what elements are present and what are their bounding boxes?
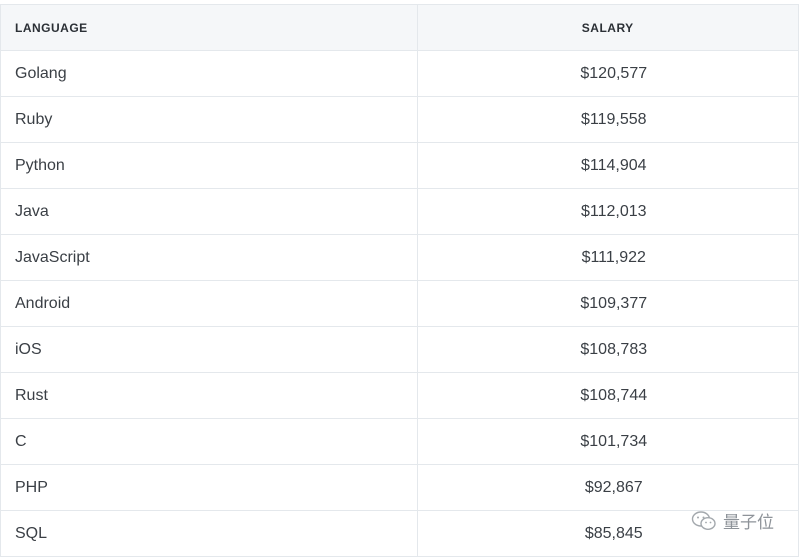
cell-language: Android	[1, 280, 418, 327]
cell-language: Ruby	[1, 96, 418, 143]
table-row: PHP $92,867	[1, 464, 798, 511]
cell-language: JavaScript	[1, 234, 418, 281]
table-row: Golang $120,577	[1, 50, 798, 97]
watermark-text: 量子位	[723, 513, 774, 533]
cell-language: Rust	[1, 372, 418, 419]
cell-salary: $114,904	[417, 142, 798, 189]
header-row: LANGUAGE SALARY	[1, 4, 798, 51]
cell-language: Java	[1, 188, 418, 235]
cell-salary: $101,734	[417, 418, 798, 465]
cell-salary: $92,867	[417, 464, 798, 511]
table-row: C $101,734	[1, 418, 798, 465]
watermark: 量子位	[691, 508, 774, 533]
table-row: SQL $85,845	[1, 510, 798, 557]
cell-salary: $108,783	[417, 326, 798, 373]
cell-language: Python	[1, 142, 418, 189]
cell-salary: $119,558	[417, 96, 798, 143]
wechat-icon	[691, 510, 717, 532]
salary-table: LANGUAGE SALARY Golang $120,577 Ruby $11…	[1, 4, 798, 557]
cell-salary: $109,377	[417, 280, 798, 327]
table-header: LANGUAGE SALARY	[1, 4, 798, 51]
cell-language: C	[1, 418, 418, 465]
cell-language: Golang	[1, 50, 418, 97]
cell-salary: $108,744	[417, 372, 798, 419]
cell-language: SQL	[1, 510, 418, 557]
cell-salary: $112,013	[417, 188, 798, 235]
column-header-salary: SALARY	[417, 4, 798, 51]
table-row: Java $112,013	[1, 188, 798, 235]
table-row: JavaScript $111,922	[1, 234, 798, 281]
cell-language: iOS	[1, 326, 418, 373]
column-header-language: LANGUAGE	[1, 4, 418, 51]
table-row: Android $109,377	[1, 280, 798, 327]
table-row: Ruby $119,558	[1, 96, 798, 143]
table-row: iOS $108,783	[1, 326, 798, 373]
cell-salary: $120,577	[417, 50, 798, 97]
table-row: Python $114,904	[1, 142, 798, 189]
salary-table-container: LANGUAGE SALARY Golang $120,577 Ruby $11…	[0, 4, 799, 557]
cell-language: PHP	[1, 464, 418, 511]
table-body: Golang $120,577 Ruby $119,558 Python $11…	[1, 50, 798, 557]
cell-salary: $111,922	[417, 234, 798, 281]
table-row: Rust $108,744	[1, 372, 798, 419]
